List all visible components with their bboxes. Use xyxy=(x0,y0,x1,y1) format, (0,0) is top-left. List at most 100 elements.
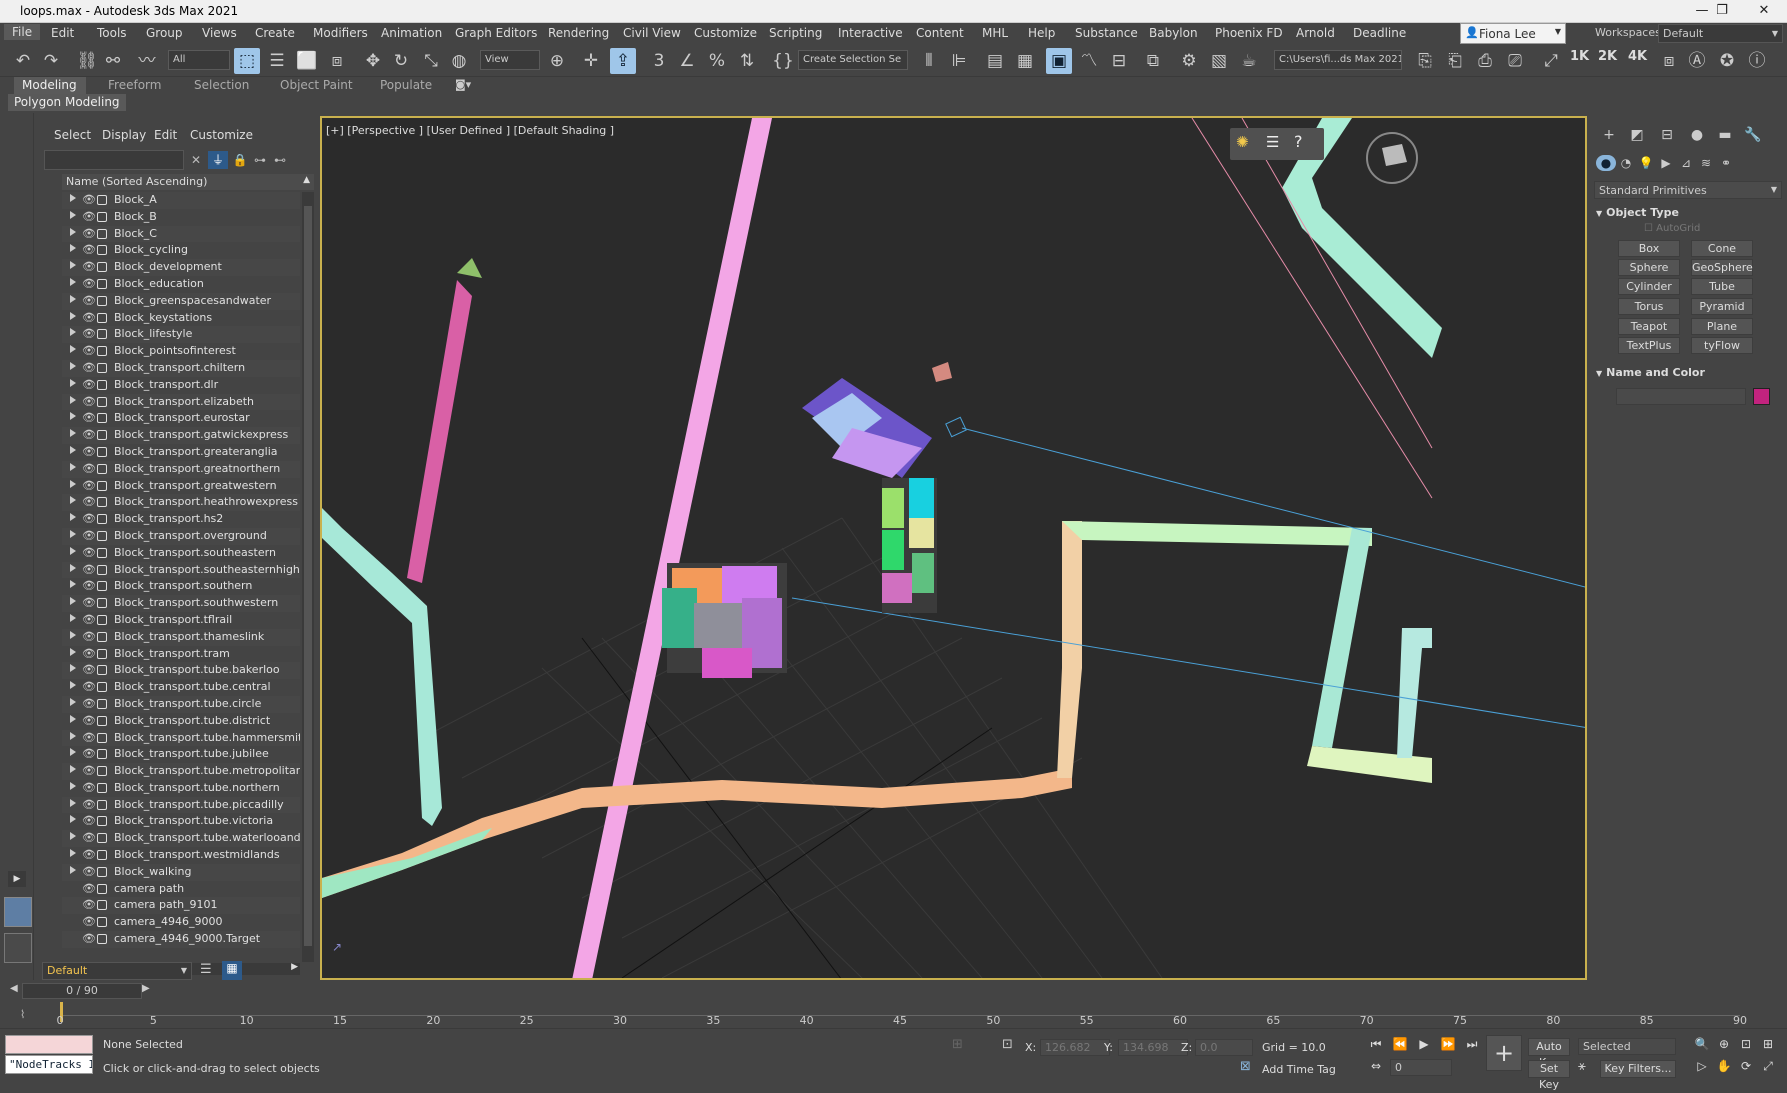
expand-arrow-icon[interactable] xyxy=(70,798,76,807)
maxscript-output[interactable]: "NodeTracks I xyxy=(5,1055,93,1074)
zoom-icon[interactable]: 🔍 xyxy=(1692,1035,1712,1053)
expand-arrow-icon[interactable] xyxy=(70,496,76,505)
se-menu-display[interactable]: Display xyxy=(102,128,146,142)
menu-modifiers[interactable]: Modifiers xyxy=(313,26,368,40)
menu-interactive[interactable]: Interactive xyxy=(838,26,903,40)
curve-editor-mini-icon[interactable]: ⌇ xyxy=(20,1008,25,1021)
visibility-eye-icon[interactable]: 👁 xyxy=(82,193,96,206)
visibility-eye-icon[interactable]: 👁 xyxy=(82,445,96,458)
time-tag-icon[interactable]: ⊠ xyxy=(1240,1059,1251,1074)
expand-arrow-icon[interactable] xyxy=(70,664,76,673)
scene-search-input[interactable] xyxy=(44,150,184,170)
systems-icon[interactable]: ⚭ xyxy=(1716,155,1736,171)
list-item[interactable]: 👁 Block_transport.tube.victoria xyxy=(62,813,300,830)
expand-arrow-icon[interactable] xyxy=(70,630,76,639)
list-item[interactable]: 👁 Block_transport.westmidlands xyxy=(62,847,300,864)
scene-explorer-toggle-icon[interactable]: ▤ xyxy=(982,48,1008,74)
list-item[interactable]: 👁 Block_education xyxy=(62,276,300,293)
visibility-eye-icon[interactable]: 👁 xyxy=(82,260,96,273)
expand-arrow-icon[interactable] xyxy=(70,613,76,622)
list-item[interactable]: 👁 camera_4946_9000 xyxy=(62,914,300,931)
sphere-button[interactable]: Sphere xyxy=(1618,259,1680,276)
undo-icon[interactable]: ↶ xyxy=(10,48,36,74)
track-bar[interactable]: ⌇ 0 5 10 15 20 25 30 35 40 45 50 55 60 65 70 75 80 85 90 xyxy=(0,1002,1787,1028)
clear-search-icon[interactable]: ✕ xyxy=(186,151,206,169)
list-item[interactable]: 👁 Block_A xyxy=(62,192,300,209)
list-item[interactable]: 👁 Block_pointsofinterest xyxy=(62,343,300,360)
visibility-eye-icon[interactable]: 👁 xyxy=(82,227,96,240)
visibility-eye-icon[interactable]: 👁 xyxy=(82,512,96,525)
isolate-icon[interactable]: ⊞ xyxy=(952,1037,963,1052)
expand-arrow-icon[interactable] xyxy=(70,479,76,488)
visibility-eye-icon[interactable]: 👁 xyxy=(82,277,96,290)
link-icon[interactable]: ⛓ xyxy=(74,48,100,74)
list-item[interactable]: 👁 Block_walking xyxy=(62,863,300,881)
expand-arrow-icon[interactable] xyxy=(70,227,76,236)
list-item[interactable]: 👁 Block_transport.overground xyxy=(62,527,300,545)
unlink-icon[interactable]: ⚯ xyxy=(100,48,126,74)
select-and-manipulate-icon[interactable]: ✛ xyxy=(578,48,604,74)
object-color-swatch[interactable] xyxy=(1753,388,1770,405)
menu-scripting[interactable]: Scripting xyxy=(769,26,822,40)
bind-space-warp-icon[interactable]: 〰 xyxy=(134,48,160,74)
help-icon[interactable]: ? xyxy=(1294,132,1303,151)
visibility-eye-icon[interactable]: 👁 xyxy=(82,814,96,827)
list-item[interactable]: 👁 Block_transport.southern xyxy=(62,578,300,595)
x-coordinate-field[interactable]: 126.682 xyxy=(1040,1039,1110,1056)
visibility-eye-icon[interactable]: 👁 xyxy=(82,210,96,223)
window-crossing-icon[interactable]: ⧈ xyxy=(324,48,350,74)
tab-selection[interactable]: Selection xyxy=(186,77,257,94)
menu-customize[interactable]: Customize xyxy=(694,26,757,40)
goto-start-icon[interactable]: ⏮ xyxy=(1366,1035,1386,1053)
visibility-eye-icon[interactable]: 👁 xyxy=(82,479,96,492)
layer-explorer-icon[interactable]: ▦ xyxy=(1012,48,1038,74)
tyflow-button[interactable]: tyFlow xyxy=(1691,337,1753,354)
list-item[interactable]: 👁 Block_transport.elizabeth xyxy=(62,393,300,411)
visibility-eye-icon[interactable]: 👁 xyxy=(82,882,96,895)
menu-views[interactable]: Views xyxy=(202,26,237,40)
tube-button[interactable]: Tube xyxy=(1691,278,1753,295)
visibility-eye-icon[interactable]: 👁 xyxy=(82,495,96,508)
lock-icon[interactable]: 🔒 xyxy=(230,151,250,169)
viewport-layout-icon[interactable] xyxy=(4,897,32,927)
list-item[interactable]: 👁 Block_transport.tube.hammersmithandcit xyxy=(62,729,300,747)
expand-arrow-icon[interactable] xyxy=(70,546,76,555)
space-warps-icon[interactable]: ≋ xyxy=(1696,155,1716,171)
render-production-icon[interactable]: ☕ xyxy=(1236,48,1262,74)
hierarchy-tab-icon[interactable]: ⊟ xyxy=(1656,126,1678,144)
se-menu-select[interactable]: Select xyxy=(54,128,91,142)
list-item[interactable]: 👁 Block_greenspacesandwater xyxy=(62,292,300,310)
visibility-eye-icon[interactable]: 👁 xyxy=(82,428,96,441)
tab-modeling[interactable]: Modeling xyxy=(14,77,86,94)
visibility-eye-icon[interactable]: 👁 xyxy=(82,243,96,256)
visibility-eye-icon[interactable]: 👁 xyxy=(82,378,96,391)
angle-snap-icon[interactable]: ∠ xyxy=(674,48,700,74)
menu-file[interactable]: File xyxy=(4,24,41,40)
curve-editor-icon[interactable]: 〽 xyxy=(1076,48,1102,74)
selection-filter-dropdown[interactable]: All xyxy=(168,50,230,70)
menu-rendering[interactable]: Rendering xyxy=(548,26,609,40)
menu-help[interactable]: Help xyxy=(1028,26,1055,40)
select-by-name-icon[interactable]: ☰ xyxy=(264,48,290,74)
lights-icon[interactable]: 💡 xyxy=(1636,155,1656,171)
box-button[interactable]: Box xyxy=(1618,240,1680,257)
visibility-eye-icon[interactable]: 👁 xyxy=(82,613,96,626)
close-button[interactable]: ✕ xyxy=(1744,0,1784,23)
reference-coordinate-dropdown[interactable]: View xyxy=(480,50,540,70)
render-setup-icon[interactable]: ⚙ xyxy=(1176,48,1202,74)
category-dropdown[interactable]: Standard Primitives ▼ xyxy=(1594,181,1782,199)
list-item[interactable]: 👁 Block_transport.tube.district xyxy=(62,713,300,730)
z-coordinate-field[interactable]: 0.0 xyxy=(1195,1039,1253,1056)
prev-key-icon[interactable]: ⏪ xyxy=(1390,1035,1410,1053)
scene-list-icon[interactable]: ▦ xyxy=(222,961,242,980)
user-account-dropdown[interactable]: 👤 Fiona Lee ▼ xyxy=(1460,23,1566,44)
list-item[interactable]: 👁 Block_transport.greateranglia xyxy=(62,444,300,461)
visibility-eye-icon[interactable]: 👁 xyxy=(82,680,96,693)
list-item[interactable]: 👁 Block_transport.heathrowexpress xyxy=(62,494,300,512)
expand-arrow-icon[interactable] xyxy=(70,849,76,858)
expand-arrow-icon[interactable] xyxy=(70,194,76,202)
menu-tools[interactable]: Tools xyxy=(97,26,127,40)
list-item[interactable]: 👁 Block_transport.chiltern xyxy=(62,359,300,377)
utilities-tab-icon[interactable]: 🔧 xyxy=(1742,126,1764,144)
list-icon[interactable]: ☰ xyxy=(1266,133,1279,151)
